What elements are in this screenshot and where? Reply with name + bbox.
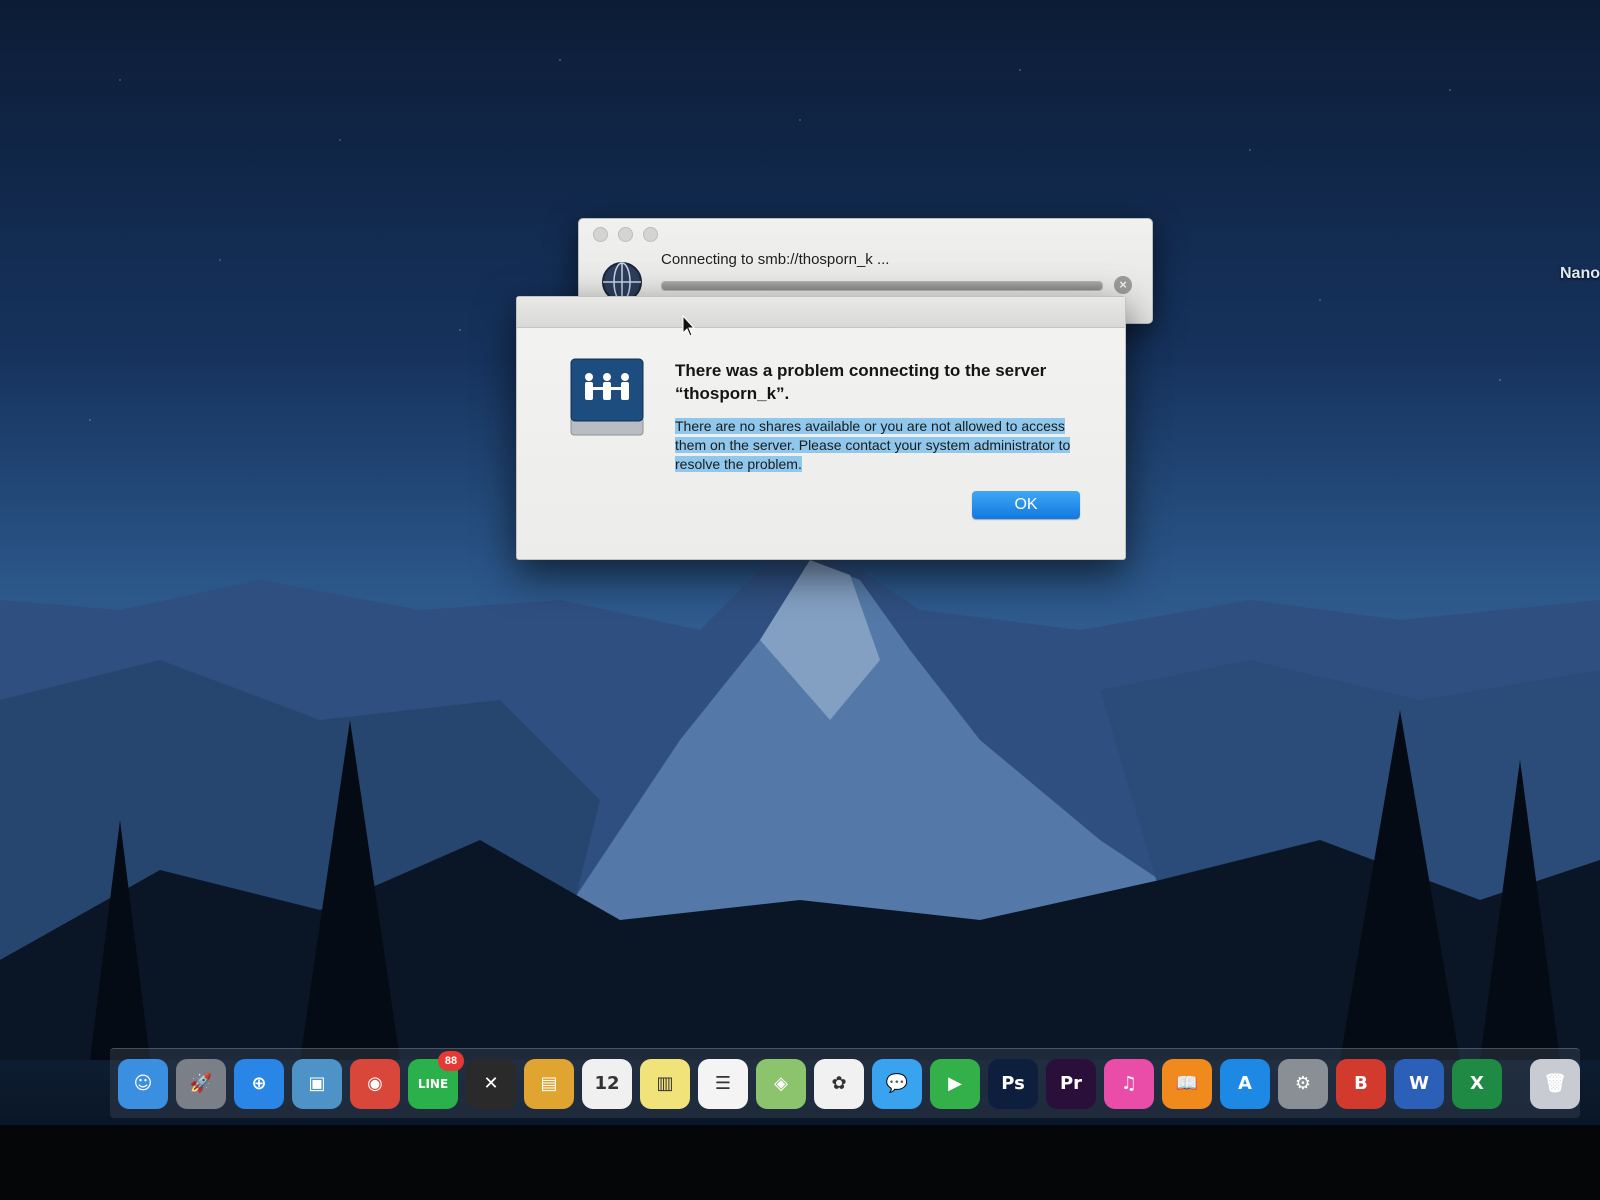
safari-icon: ⊕ [251, 1073, 267, 1094]
connection-error-alert: There was a problem connecting to the se… [516, 296, 1126, 560]
dock-item-premiere[interactable]: Pr [1046, 1058, 1096, 1109]
line-icon: LINE [417, 1076, 449, 1091]
dock-item-facetime[interactable]: ▶ [930, 1058, 980, 1109]
connection-progress-bar [661, 281, 1103, 291]
dock-item-word[interactable]: W [1394, 1058, 1444, 1109]
dock-item-preview[interactable]: ▣ [292, 1058, 342, 1109]
dock-item-notes-yellow[interactable]: ▤ [524, 1058, 574, 1109]
dock-item-trash[interactable]: 🗑 [1530, 1058, 1580, 1109]
mountain-wallpaper [0, 550, 1600, 1060]
reminders-icon: ☰ [714, 1073, 732, 1094]
notes-icon: ▥ [656, 1073, 674, 1094]
notification-badge: 88 [438, 1050, 464, 1071]
chrome-icon: ◉ [367, 1073, 383, 1094]
finder-icon: ☺ [133, 1073, 153, 1094]
connection-progress-fill [662, 282, 1102, 290]
dock-item-system-preferences[interactable]: ⚙ [1278, 1058, 1328, 1109]
zoom-window-button[interactable] [643, 227, 658, 242]
desktop: Nano Connecting to smb://thosporn_k ... … [0, 0, 1600, 1200]
dock-item-app-store[interactable]: A [1220, 1058, 1270, 1109]
word-icon: W [1409, 1073, 1429, 1094]
stop-connection-button[interactable]: × [1114, 276, 1132, 294]
desktop-side-label: Nano [1560, 265, 1600, 282]
dock-item-capcut[interactable]: ✕ [466, 1058, 516, 1109]
photoshop-icon: Ps [1001, 1073, 1025, 1094]
alert-message: There are no shares available or you are… [675, 417, 1075, 474]
dock-item-ibooks[interactable]: 📖 [1162, 1058, 1212, 1109]
dock-item-chrome[interactable]: ◉ [350, 1058, 400, 1109]
dock-item-photos[interactable]: ✿ [814, 1058, 864, 1109]
app-b-icon: B [1354, 1073, 1368, 1094]
dock-item-finder[interactable]: ☺ [118, 1058, 168, 1109]
dock-item-excel[interactable]: X [1452, 1058, 1502, 1109]
ok-button[interactable]: OK [972, 491, 1080, 519]
window-controls [593, 227, 658, 242]
app-store-icon: A [1238, 1073, 1252, 1094]
dock-item-itunes[interactable]: ♫ [1104, 1058, 1154, 1109]
trash-icon: 🗑 [1543, 1073, 1567, 1094]
dock-item-calendar[interactable]: 12 [582, 1058, 632, 1109]
screen-bezel [0, 1125, 1600, 1200]
dock-item-line[interactable]: LINE 88 [408, 1050, 464, 1109]
connecting-status-text: Connecting to smb://thosporn_k ... [661, 251, 890, 268]
launchpad-icon: 🚀 [189, 1073, 213, 1094]
dock-item-maps[interactable]: ◈ [756, 1058, 806, 1109]
preview-icon: ▣ [308, 1073, 326, 1094]
photos-icon: ✿ [831, 1073, 847, 1094]
capcut-icon: ✕ [483, 1073, 499, 1094]
shared-server-icon [570, 358, 644, 436]
mouse-pointer-icon [682, 315, 696, 337]
messages-icon: 💬 [885, 1073, 909, 1094]
dock-item-launchpad[interactable]: 🚀 [176, 1058, 226, 1109]
alert-title-bar [517, 297, 1125, 328]
itunes-icon: ♫ [1120, 1073, 1138, 1094]
facetime-icon: ▶ [948, 1073, 962, 1094]
calendar-icon: 12 [594, 1073, 620, 1094]
dock-item-notes[interactable]: ▥ [640, 1058, 690, 1109]
dock-item-photoshop[interactable]: Ps [988, 1058, 1038, 1109]
alert-title: There was a problem connecting to the se… [675, 361, 1047, 403]
dock-item-messages[interactable]: 💬 [872, 1058, 922, 1109]
dock-item-safari[interactable]: ⊕ [234, 1058, 284, 1109]
excel-icon: X [1470, 1073, 1484, 1094]
alert-message-text: There are no shares available or you are… [675, 418, 1071, 472]
ibooks-icon: 📖 [1175, 1073, 1199, 1094]
system-preferences-icon: ⚙ [1294, 1073, 1312, 1094]
notes-yellow-icon: ▤ [540, 1073, 558, 1094]
premiere-icon: Pr [1059, 1073, 1083, 1094]
maps-icon: ◈ [774, 1073, 788, 1094]
dock-item-reminders[interactable]: ☰ [698, 1058, 748, 1109]
minimize-window-button[interactable] [618, 227, 633, 242]
dock: ☺ 🚀 ⊕ ▣ ◉ LINE 88 ✕ ▤ 12 ▥ ☰ ◈ ✿ 💬 ▶ Ps Pr ♫ 📖 A ⚙ B W X 🗑 [110, 1048, 1580, 1118]
close-window-button[interactable] [593, 227, 608, 242]
dock-item-app-b[interactable]: B [1336, 1058, 1386, 1109]
